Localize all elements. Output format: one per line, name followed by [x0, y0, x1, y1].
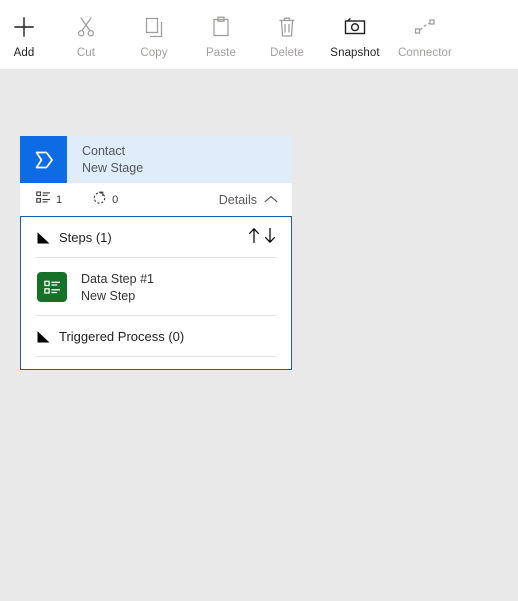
- toolbar-label-copy: Copy: [140, 47, 168, 59]
- chevron-up-icon: [264, 191, 278, 209]
- toolbar-label-cut: Cut: [76, 47, 96, 59]
- stage-card[interactable]: Contact New Stage 1 0 Details Steps (1) …: [20, 136, 292, 370]
- stat-triggered-process: 0: [92, 190, 118, 210]
- camera-icon: [343, 13, 367, 41]
- toolbar-button-cut[interactable]: Cut: [62, 6, 110, 75]
- connector-icon: [413, 13, 437, 41]
- triggered-process-section-label: Triggered Process (0): [59, 329, 185, 344]
- triggered-process-section-header[interactable]: Triggered Process (0): [21, 316, 291, 357]
- details-toggle-button[interactable]: Details: [219, 191, 278, 209]
- triggered-process-icon: [92, 190, 107, 210]
- data-step-icon: [37, 272, 67, 302]
- plus-icon: [13, 13, 35, 41]
- panel-bottom-space: [21, 357, 291, 369]
- toolbar-label-delete: Delete: [270, 47, 304, 59]
- steps-section-header[interactable]: Steps (1): [21, 217, 291, 258]
- stat-triggered-process-count: 0: [112, 193, 119, 206]
- command-bar: Add Cut Copy Paste Delete Snapshot Conne…: [0, 0, 518, 69]
- toolbar-label-add: Add: [13, 47, 35, 59]
- stage-chevron-icon: [20, 136, 67, 183]
- stage-subtitle: New Stage: [82, 161, 144, 175]
- toolbar-label-connector: Connector: [398, 47, 452, 59]
- toolbar-button-delete[interactable]: Delete: [258, 6, 316, 75]
- scissors-icon: [76, 13, 96, 41]
- steps-list-icon: [36, 190, 51, 209]
- stage-card-titles: Contact New Stage: [67, 136, 143, 183]
- designer-canvas[interactable]: Contact New Stage 1 0 Details Steps (1) …: [0, 69, 518, 601]
- toolbar-button-paste[interactable]: Paste: [194, 6, 248, 75]
- toolbar-button-copy[interactable]: Copy: [126, 6, 182, 75]
- toolbar-button-add[interactable]: Add: [4, 6, 44, 75]
- stage-card-stats-row: 1 0 Details: [20, 183, 292, 216]
- details-panel: Steps (1) Data Step #1 New Step Triggere…: [20, 216, 292, 370]
- step-subtitle: New Step: [81, 288, 136, 303]
- toolbar-label-paste: Paste: [206, 47, 236, 59]
- toolbar-button-snapshot[interactable]: Snapshot: [320, 6, 390, 75]
- triangle-expanded-icon[interactable]: [37, 231, 50, 244]
- step-title: Data Step #1: [81, 271, 154, 286]
- stat-steps-count: 1: [56, 193, 63, 206]
- toolbar-button-connector[interactable]: Connector: [388, 6, 462, 75]
- steps-sort-arrows[interactable]: [247, 227, 277, 249]
- arrow-up-icon[interactable]: [247, 227, 261, 249]
- list-item-texts: Data Step #1 New Step: [81, 271, 154, 304]
- clipboard-icon: [211, 13, 231, 41]
- copy-icon: [144, 13, 164, 41]
- trash-icon: [277, 13, 297, 41]
- toolbar-label-snapshot: Snapshot: [330, 47, 380, 59]
- details-toggle-label: Details: [218, 192, 257, 207]
- stage-title: Contact: [82, 144, 126, 158]
- divider: [35, 356, 277, 357]
- triangle-expanded-icon[interactable]: [37, 330, 50, 343]
- arrow-down-icon[interactable]: [263, 227, 277, 249]
- list-item[interactable]: Data Step #1 New Step: [21, 258, 291, 316]
- stage-card-header[interactable]: Contact New Stage: [20, 136, 292, 183]
- steps-section-label: Steps (1): [59, 230, 112, 245]
- stat-steps: 1: [36, 190, 63, 209]
